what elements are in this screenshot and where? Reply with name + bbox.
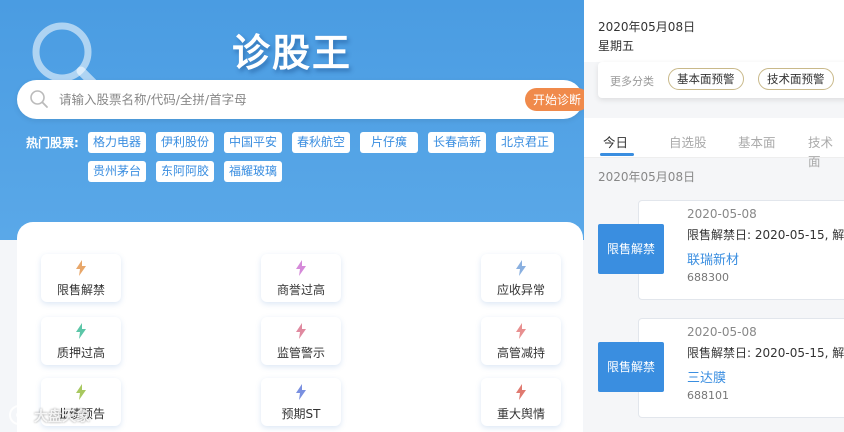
- item-badge: 限售解禁: [598, 224, 664, 274]
- item-date: 2020-05-08: [687, 325, 757, 339]
- hot-stock-chip[interactable]: 片仔癀: [360, 132, 418, 153]
- tab-today[interactable]: 今日: [603, 132, 628, 151]
- bolt-icon: [76, 260, 86, 276]
- active-tab-indicator: [600, 153, 634, 156]
- feature-label: 重大舆情: [496, 407, 545, 421]
- current-date: 2020年05月08日: [598, 20, 696, 34]
- feature-pledge-high[interactable]: 质押过高: [41, 317, 121, 365]
- item-badge: 限售解禁: [598, 342, 664, 392]
- list-item[interactable]: 2020-05-08 限售解禁日: 2020-05-15, 解禁 联瑞新材 68…: [638, 200, 844, 300]
- watermark: 大盘天象: [6, 402, 116, 428]
- bolt-icon: [296, 384, 306, 400]
- tab-technical[interactable]: 技术面: [808, 132, 844, 170]
- feature-receivable-abnormal[interactable]: 应收异常: [481, 254, 561, 302]
- item-stock-code: 688300: [687, 271, 729, 284]
- bolt-icon: [516, 323, 526, 339]
- feature-label: 预期ST: [281, 407, 321, 421]
- item-stock-name[interactable]: 联瑞新材: [687, 249, 739, 268]
- search-icon: [30, 90, 48, 108]
- bolt-icon: [76, 384, 86, 400]
- hot-stock-chip[interactable]: 北京君正: [496, 132, 555, 153]
- app-title: 诊股王: [231, 31, 352, 75]
- tab-bar: 今日 自选股 基本面 技术面: [584, 118, 844, 169]
- search-input[interactable]: [59, 89, 459, 110]
- feature-label: 限售解禁: [56, 283, 105, 297]
- hot-stock-chip[interactable]: 格力电器: [88, 132, 147, 153]
- item-description: 限售解禁日: 2020-05-15, 解禁: [687, 346, 844, 360]
- feature-major-sentiment[interactable]: 重大舆情: [481, 378, 561, 426]
- item-stock-name[interactable]: 三达膜: [687, 367, 726, 386]
- hot-stock-chip[interactable]: 贵州茅台: [88, 161, 147, 182]
- hot-stock-chip[interactable]: 中国平安: [224, 132, 283, 153]
- item-date: 2020-05-08: [687, 207, 757, 221]
- hot-stock-chip[interactable]: 长春高新: [428, 132, 487, 153]
- current-weekday: 星期五: [598, 39, 635, 53]
- item-stock-code: 688101: [687, 389, 729, 402]
- feature-goodwill-high[interactable]: 商誉过高: [261, 254, 341, 302]
- side-panel: 2020年05月08日 星期五 更多分类 基本面预警 技术面预警 今日 自选股 …: [584, 0, 844, 432]
- bolt-icon: [76, 323, 86, 339]
- bolt-icon: [516, 384, 526, 400]
- list-item[interactable]: 2020-05-08 限售解禁日: 2020-05-15, 解禁 三达膜 688…: [638, 318, 844, 418]
- watermark-text: 大盘天象: [34, 409, 90, 425]
- tab-watchlist[interactable]: 自选股: [669, 132, 707, 151]
- feature-label: 商誉过高: [276, 283, 325, 297]
- feature-label: 质押过高: [56, 346, 105, 360]
- technical-warning-button[interactable]: 技术面预警: [758, 68, 834, 90]
- bolt-icon: [296, 323, 306, 339]
- hot-stock-chip[interactable]: 东阿阿胶: [156, 161, 215, 182]
- hot-stock-chip[interactable]: 春秋航空: [292, 132, 351, 153]
- bolt-icon: [296, 260, 306, 276]
- hero-banner: 诊股王 开始诊断 热门股票: 格力电器 伊利股份 中国平安 春秋航空 片仔癀 长…: [0, 0, 584, 240]
- hot-stocks-label: 热门股票:: [26, 136, 79, 150]
- item-description: 限售解禁日: 2020-05-15, 解禁: [687, 228, 844, 242]
- main-panel: 诊股王 开始诊断 热门股票: 格力电器 伊利股份 中国平安 春秋航空 片仔癀 长…: [0, 0, 584, 432]
- category-bar: 更多分类 基本面预警 技术面预警: [598, 62, 844, 98]
- start-diagnose-button[interactable]: 开始诊断: [525, 88, 584, 111]
- feature-label: 高管减持: [496, 346, 545, 360]
- date-header: 2020年05月08日 星期五: [584, 0, 844, 62]
- more-categories-label[interactable]: 更多分类: [610, 73, 654, 89]
- feature-label: 监管警示: [276, 346, 325, 360]
- hot-stock-chip[interactable]: 伊利股份: [156, 132, 215, 153]
- bolt-icon: [516, 260, 526, 276]
- tab-fundamental[interactable]: 基本面: [738, 132, 776, 151]
- fundamental-warning-button[interactable]: 基本面预警: [668, 68, 744, 90]
- feature-regulatory-warning[interactable]: 监管警示: [261, 317, 341, 365]
- feature-restricted-unlock[interactable]: 限售解禁: [41, 254, 121, 302]
- hot-stock-chip[interactable]: 福耀玻璃: [224, 161, 283, 182]
- search-bar: 开始诊断: [17, 80, 584, 119]
- feature-label: 应收异常: [496, 283, 545, 297]
- list-date: 2020年05月08日: [598, 170, 696, 184]
- watermark-logo-icon: [9, 405, 29, 425]
- feature-expected-st[interactable]: 预期ST: [261, 378, 341, 426]
- feature-executive-reduction[interactable]: 高管减持: [481, 317, 561, 365]
